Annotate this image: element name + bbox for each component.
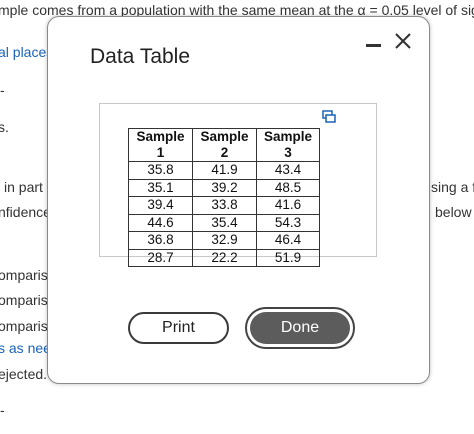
answer-dash: - xyxy=(0,402,5,418)
data-table-dialog: Data Table Sample 1 Sample 2 Sample 3 35… xyxy=(47,16,430,384)
dialog-title: Data Table xyxy=(90,45,191,68)
table-cell: 35.4 xyxy=(192,213,257,232)
table-row: 28.7 22.2 51.9 xyxy=(128,248,320,267)
table-row: 35.8 41.9 43.4 xyxy=(128,161,320,180)
table-cell: 54.3 xyxy=(256,213,320,232)
places-link[interactable]: al places xyxy=(0,44,53,60)
copy-icon[interactable] xyxy=(322,110,336,124)
text-fragment: omparis xyxy=(0,292,48,308)
table-cell: 51.9 xyxy=(256,248,320,267)
text-fragment: omparis xyxy=(0,318,48,334)
close-button[interactable] xyxy=(393,31,413,51)
text-fragment: s. xyxy=(0,119,9,135)
close-icon xyxy=(395,33,411,49)
table-cell: 39.4 xyxy=(128,196,193,215)
text-fragment: sing a fa xyxy=(431,179,474,195)
table-cell: 36.8 xyxy=(128,231,193,250)
table-cell: 41.6 xyxy=(256,196,320,215)
column-header: Sample 2 xyxy=(192,128,257,162)
table-header-row: Sample 1 Sample 2 Sample 3 xyxy=(128,128,320,162)
table-cell: 33.8 xyxy=(192,196,257,215)
table-row: 44.6 35.4 54.3 xyxy=(128,213,320,232)
table-cell: 44.6 xyxy=(128,213,193,232)
text-fragment: nfidence xyxy=(0,204,51,220)
minimize-button[interactable] xyxy=(366,37,382,51)
table-cell: 41.9 xyxy=(192,161,257,180)
table-cell: 32.9 xyxy=(192,231,257,250)
text-fragment: in part xyxy=(4,179,43,195)
table-row: 36.8 32.9 46.4 xyxy=(128,231,320,250)
column-header: Sample 1 xyxy=(128,128,193,162)
table-row: 39.4 33.8 41.6 xyxy=(128,196,320,215)
done-button-focus-ring[interactable]: Done xyxy=(245,307,355,349)
table-cell: 22.2 xyxy=(192,248,257,267)
column-header: Sample 3 xyxy=(256,128,320,162)
print-button[interactable]: Print xyxy=(128,312,229,344)
answer-dash: - xyxy=(0,82,5,98)
table-cell: 43.4 xyxy=(256,161,320,180)
table-cell: 28.7 xyxy=(128,248,193,267)
table-container: Sample 1 Sample 2 Sample 3 35.8 41.9 43.… xyxy=(99,103,377,267)
sample-data-table: Sample 1 Sample 2 Sample 3 35.8 41.9 43.… xyxy=(128,128,320,267)
as-needed-link[interactable]: s as nee xyxy=(0,340,51,356)
minimize-icon xyxy=(366,44,381,47)
table-cell: 46.4 xyxy=(256,231,320,250)
text-fragment: ejected. xyxy=(0,366,48,382)
table-cell: 48.5 xyxy=(256,178,320,197)
table-cell: 39.2 xyxy=(192,178,257,197)
text-fragment: omparis xyxy=(0,267,48,283)
text-fragment: below xyxy=(435,204,472,220)
table-row: 35.1 39.2 48.5 xyxy=(128,178,320,197)
done-button[interactable]: Done xyxy=(250,312,350,344)
table-cell: 35.1 xyxy=(128,178,193,197)
table-cell: 35.8 xyxy=(128,161,193,180)
